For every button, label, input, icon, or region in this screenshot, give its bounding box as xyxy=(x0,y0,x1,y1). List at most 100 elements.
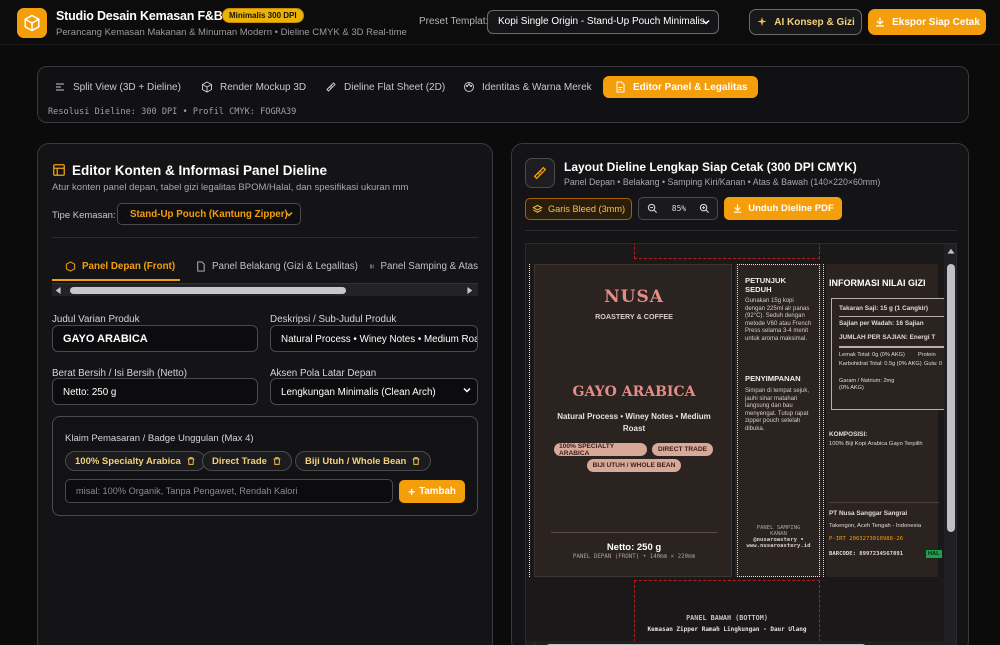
tab-panel-editor[interactable]: Editor Panel & Legalitas xyxy=(603,76,759,98)
net-weight-input[interactable]: Netto: 250 g xyxy=(52,378,258,405)
canvas-horizontal-scrollbar[interactable] xyxy=(526,641,956,645)
dpi-badge: Minimalis 300 DPI xyxy=(222,8,304,23)
scrollbar-thumb[interactable] xyxy=(947,264,955,532)
pattern-accent-select[interactable]: Lengkungan Minimalis (Clean Arch) xyxy=(270,378,478,405)
variant-title-input[interactable]: GAYO ARABICA xyxy=(52,325,258,352)
front-panel: NUSA ROASTERY & COFFEE GAYO ARABICA Natu… xyxy=(534,264,732,577)
scroll-up-icon[interactable] xyxy=(947,248,955,255)
export-button-label: Ekspor Siap Cetak xyxy=(892,16,980,28)
brew-guide-title: PETUNJUK SEDUH xyxy=(745,276,786,294)
cube-icon xyxy=(65,261,76,272)
preset-select[interactable]: Kopi Single Origin - Stand-Up Pouch Mini… xyxy=(487,10,719,34)
ai-button-label: AI Konsep & Gizi xyxy=(774,16,855,28)
variant-title-label: Judul Varian Produk xyxy=(52,314,140,325)
servings-per-pack: Sajian per Wadah: 16 Sajian xyxy=(839,320,924,327)
brew-guide-text: Gunakan 15g kopi dengan 225ml air panas … xyxy=(745,298,812,342)
divider xyxy=(551,532,717,533)
subtab-side-panel[interactable]: Panel Samping & Atas xyxy=(369,261,478,272)
tab-label: Render Mockup 3D xyxy=(220,81,307,93)
download-pdf-button[interactable]: Unduh Dieline PDF xyxy=(724,197,842,220)
claim-chip-label: 100% Specialty Arabica xyxy=(75,455,181,467)
side-caption: PANEL SAMPING KANAN @nusaroastery • www.… xyxy=(735,525,822,549)
scrollbar-thumb[interactable] xyxy=(70,287,346,294)
chevron-down-icon xyxy=(702,19,710,25)
bleed-toggle-button[interactable]: Garis Bleed (3mm) xyxy=(525,198,632,220)
nutrition-title: INFORMASI NILAI GIZI xyxy=(829,278,926,288)
claim-chip[interactable]: Biji Utuh / Whole Bean xyxy=(295,451,432,471)
package-type-value: Stand-Up Pouch (Kantung Zipper) xyxy=(130,209,288,220)
side-panel: PETUNJUK SEDUH Gunakan 15g kopi dengan 2… xyxy=(735,264,822,577)
document-icon xyxy=(616,81,625,93)
subtab-scrollbar[interactable] xyxy=(52,283,478,296)
pattern-accent-value: Lengkungan Minimalis (Clean Arch) xyxy=(281,387,436,398)
divider xyxy=(829,502,939,503)
claims-box: Klaim Pemasaran / Badge Unggulan (Max 4)… xyxy=(52,416,478,516)
trash-icon[interactable] xyxy=(186,456,196,466)
chevron-down-icon xyxy=(463,387,471,393)
description-input[interactable]: Natural Process • Winey Notes • Medium R… xyxy=(270,325,478,352)
sodium: Garam / Natrium: 2mg (0% AKG) xyxy=(839,378,895,391)
ruler-icon xyxy=(525,158,555,188)
trash-icon[interactable] xyxy=(272,456,282,466)
front-badge: DIRECT TRADE xyxy=(652,443,713,456)
claims-title: Klaim Pemasaran / Badge Unggulan (Max 4) xyxy=(65,433,254,444)
tab-brand-identity[interactable]: Identitas & Warna Merek xyxy=(463,76,592,98)
zoom-out-icon[interactable] xyxy=(647,203,658,214)
fold-line xyxy=(823,264,825,577)
sparkle-icon xyxy=(757,17,767,26)
claim-chip-label: Biji Utuh / Whole Bean xyxy=(305,455,407,467)
protein-label: Protein xyxy=(918,352,936,358)
tab-label: Editor Panel & Legalitas xyxy=(633,81,748,93)
claim-chip[interactable]: 100% Specialty Arabica xyxy=(65,451,206,471)
export-button[interactable]: Ekspor Siap Cetak xyxy=(868,9,986,35)
layers-icon xyxy=(532,204,543,213)
download-pdf-label: Unduh Dieline PDF xyxy=(748,203,834,214)
canvas-vertical-scrollbar[interactable] xyxy=(944,244,956,642)
carb-total: Karbohidrat Total: 0.5g (0% AKG) xyxy=(839,361,922,367)
package-type-select[interactable]: Stand-Up Pouch (Kantung Zipper) xyxy=(117,203,301,225)
scroll-right-icon[interactable] xyxy=(466,287,473,294)
divider xyxy=(839,346,949,348)
scroll-left-icon[interactable] xyxy=(55,287,62,294)
zoom-control: 85% xyxy=(638,197,718,220)
view-tabbar: Split View (3D + Dieline) Render Mockup … xyxy=(37,66,969,123)
fold-line xyxy=(529,264,531,577)
storage-title: PENYIMPANAN xyxy=(745,374,801,383)
tab-label: Identitas & Warna Merek xyxy=(482,81,592,93)
subtab-active-indicator xyxy=(52,279,180,281)
tab-split-view[interactable]: Split View (3D + Dieline) xyxy=(54,76,181,98)
ruler-icon xyxy=(326,82,336,92)
sliders-icon xyxy=(369,264,374,269)
zoom-in-icon[interactable] xyxy=(699,203,710,214)
variant-description: Natural Process • Winey Notes • Medium R… xyxy=(557,412,711,433)
pirt-number: P-IRT 2063273010988-26 xyxy=(829,536,904,542)
tab-dieline-flat[interactable]: Dieline Flat Sheet (2D) xyxy=(325,76,445,98)
tab-label: Split View (3D + Dieline) xyxy=(73,81,181,93)
brand-tagline: ROASTERY & COFFEE xyxy=(595,312,673,321)
resolution-info: Resolusi Dieline: 300 DPI • Profil CMYK:… xyxy=(48,107,297,117)
claim-chip[interactable]: Direct Trade xyxy=(202,451,292,471)
fat-total: Lemak Total: 0g (0% AKG) xyxy=(839,352,905,358)
dieline-canvas[interactable]: NUSA ROASTERY & COFFEE GAYO ARABICA Natu… xyxy=(525,243,957,645)
composition-title: KOMPOSISI: xyxy=(829,431,868,438)
add-claim-button[interactable]: + Tambah xyxy=(399,480,465,503)
cube-icon xyxy=(202,81,212,93)
bottom-panel-desc: Kemasan Zipper Ramah Lingkungan - Daur U… xyxy=(647,626,807,633)
tab-render-mockup[interactable]: Render Mockup 3D xyxy=(201,76,306,98)
back-panel: INFORMASI NILAI GIZI Takaran Saji: 15 g … xyxy=(826,264,951,577)
subtab-label: Panel Belakang (Gizi & Legalitas) xyxy=(212,261,358,272)
bottom-panel: PANEL BAWAH (BOTTOM) Kemasan Zipper Rama… xyxy=(634,580,820,642)
layout-icon xyxy=(53,164,65,176)
claim-input[interactable]: misal: 100% Organik, Tanpa Pengawet, Ren… xyxy=(65,479,393,503)
download-icon xyxy=(876,17,885,27)
editor-subtitle: Atur konten panel depan, tabel gizi lega… xyxy=(52,182,409,193)
front-caption: PANEL DEPAN (FRONT) • 140mm × 220mm xyxy=(572,554,696,560)
variant-name: GAYO ARABICA xyxy=(572,384,696,400)
nutrition-facts-table: Takaran Saji: 15 g (1 Cangkir) Sajian pe… xyxy=(831,298,951,410)
ai-concept-button[interactable]: AI Konsep & Gizi xyxy=(749,9,862,35)
subtab-back-panel[interactable]: Panel Belakang (Gizi & Legalitas) xyxy=(195,261,358,272)
trash-icon[interactable] xyxy=(411,456,421,466)
subtab-front-panel[interactable]: Panel Depan (Front) xyxy=(65,261,175,272)
app-title: Studio Desain Kemasan F&B xyxy=(56,9,223,23)
package-logo-icon xyxy=(17,8,47,38)
